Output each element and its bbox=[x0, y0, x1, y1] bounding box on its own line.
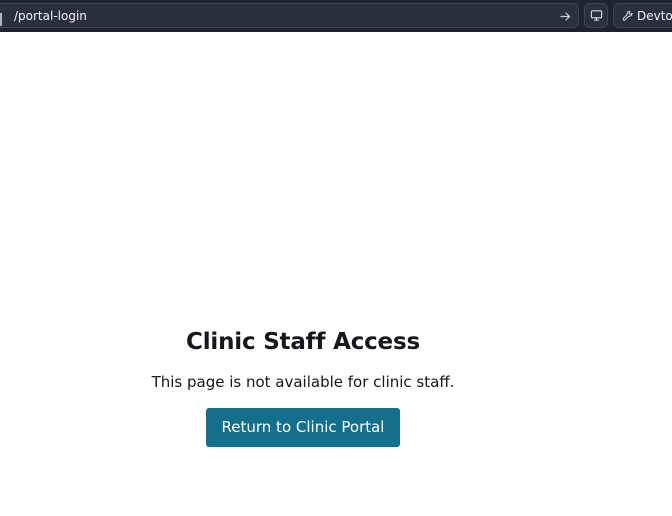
wrench-icon bbox=[622, 10, 633, 21]
page-content: Clinic Staff Access This page is not ava… bbox=[0, 32, 672, 516]
devtools-button[interactable]: Devtools bbox=[613, 3, 672, 28]
return-to-portal-button[interactable]: Return to Clinic Portal bbox=[206, 408, 400, 447]
device-toggle-button[interactable] bbox=[584, 3, 608, 28]
arrow-right-icon[interactable] bbox=[559, 10, 572, 23]
address-bar[interactable]: /portal-login bbox=[0, 3, 579, 28]
devtools-label: Devtools bbox=[637, 9, 672, 23]
browser-toolbar: /portal-login Devtools bbox=[0, 0, 672, 32]
access-denied-card: Clinic Staff Access This page is not ava… bbox=[103, 324, 503, 447]
page-title: Clinic Staff Access bbox=[186, 329, 420, 355]
monitor-icon bbox=[590, 10, 603, 21]
url-text[interactable]: /portal-login bbox=[14, 8, 87, 24]
nav-edge-indicator bbox=[0, 13, 2, 26]
access-message: This page is not available for clinic st… bbox=[151, 373, 455, 391]
